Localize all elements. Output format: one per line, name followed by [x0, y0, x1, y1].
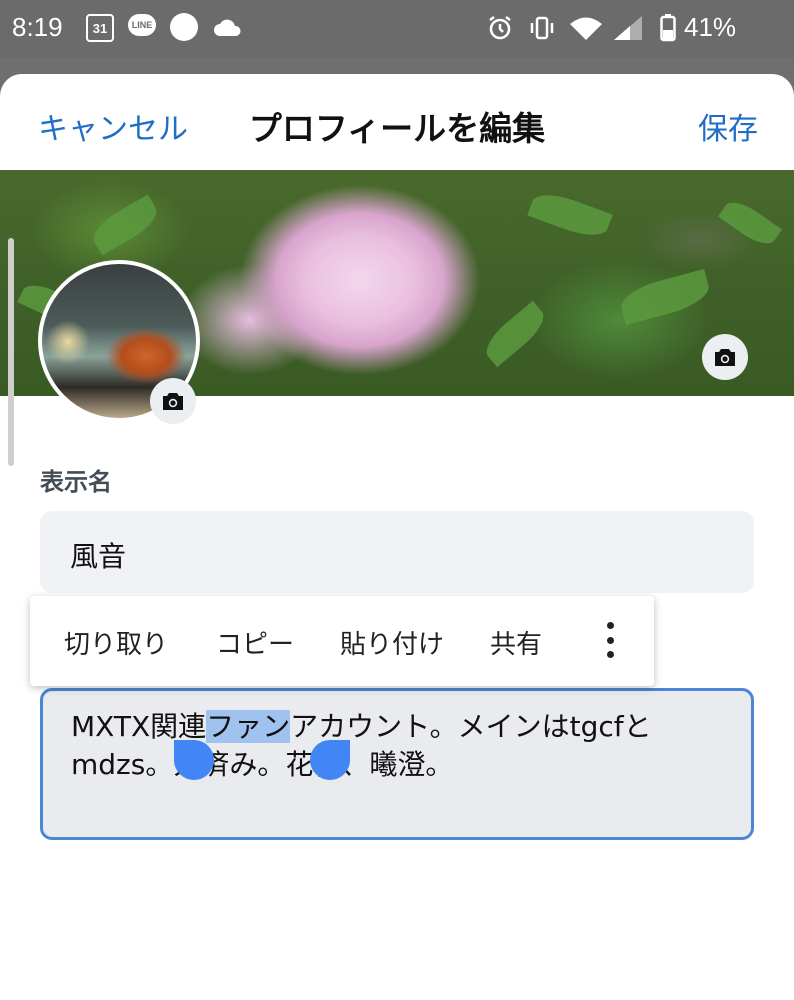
menu-item-copy[interactable]: コピー — [216, 624, 294, 661]
cover-camera-button[interactable] — [702, 334, 748, 380]
camera-icon — [715, 349, 735, 366]
circle-icon — [170, 13, 198, 41]
cover-leaf — [527, 187, 613, 243]
cover-leaf — [617, 268, 713, 326]
header: キャンセル プロフィールを編集 保存 — [0, 74, 794, 170]
cloud-icon — [212, 14, 242, 42]
avatar-camera-button[interactable] — [150, 378, 196, 424]
save-button[interactable]: 保存 — [698, 104, 758, 148]
display-name-label: 表示名 — [40, 468, 112, 496]
calendar-icon: 31 — [86, 14, 114, 42]
display-name-value: 風音 — [70, 540, 127, 573]
bio-field[interactable]: MXTX関連ファンアカウント。メインはtgcfと mdzs。人済み。花怜、曦澄。 — [40, 688, 754, 840]
more-options-icon[interactable] — [600, 622, 620, 658]
vibrate-icon — [528, 14, 556, 42]
menu-item-share[interactable]: 共有 — [490, 624, 542, 661]
status-time: 8:19 — [12, 12, 63, 42]
selection-start-handle[interactable] — [174, 740, 214, 780]
status-bar: 8:19 31 LINE 41% — [0, 0, 794, 58]
wifi-icon — [568, 14, 604, 42]
cover-leaf — [87, 194, 163, 256]
selection-end-handle[interactable] — [310, 740, 350, 780]
page-title: プロフィールを編集 — [248, 109, 546, 148]
menu-item-cut[interactable]: 切り取り — [64, 624, 168, 661]
cover-leaf — [479, 300, 551, 368]
signal-icon — [612, 14, 646, 42]
alarm-icon — [486, 14, 514, 42]
battery-icon — [660, 14, 676, 42]
bio-line-1: MXTX関連ファンアカウント。メインはtgcfと — [71, 705, 652, 745]
bio-text: MXTX関連 — [71, 710, 207, 743]
menu-item-paste[interactable]: 貼り付け — [340, 624, 444, 661]
cover-leaf — [717, 195, 783, 251]
bio-text: mdzs。 — [71, 748, 174, 781]
scrollbar[interactable] — [8, 238, 14, 466]
edit-profile-sheet: キャンセル プロフィールを編集 保存 表示名 風音 MXTX関連ファンアカウント… — [0, 74, 794, 1000]
bio-text: アカウント。メインはtgcfと — [290, 710, 652, 743]
text-selection-menu: 切り取り コピー 貼り付け 共有 — [30, 596, 654, 686]
camera-icon — [163, 393, 183, 410]
bio-line-2: mdzs。人済み。花怜、曦澄。 — [71, 743, 453, 783]
selected-text: ファン — [206, 710, 291, 743]
display-name-field[interactable]: 風音 — [40, 511, 754, 593]
line-app-icon: LINE — [128, 14, 156, 36]
battery-percent: 41% — [684, 12, 737, 42]
